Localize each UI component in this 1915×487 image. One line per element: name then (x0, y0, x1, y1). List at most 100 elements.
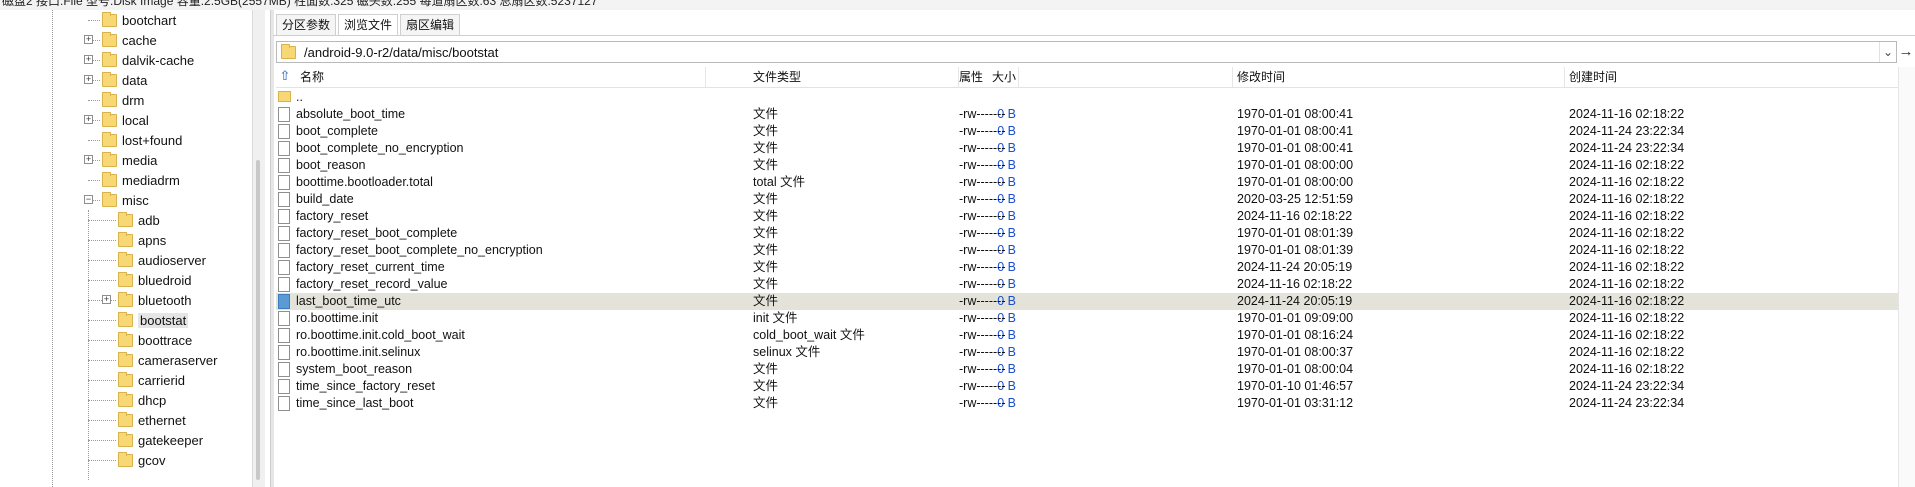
file-attributes: -rw------- (959, 141, 1006, 155)
tree-item[interactable]: bootchart (102, 10, 176, 30)
folder-icon (118, 211, 133, 227)
column-header-modified[interactable]: 修改时间 (1233, 67, 1565, 87)
file-row[interactable]: factory_reset 0 B 文件 -rw------- 2024-11-16 0… (276, 208, 1898, 225)
column-header-created[interactable]: 创建时间 (1565, 67, 1898, 87)
parent-folder-row[interactable]: .. (276, 89, 1898, 106)
expand-toggle-icon[interactable]: − (84, 195, 93, 204)
expand-toggle-icon[interactable]: + (84, 115, 93, 124)
expand-toggle-icon[interactable]: + (102, 295, 111, 304)
tree-item[interactable]: − misc (84, 190, 149, 210)
expand-toggle-icon[interactable]: + (84, 155, 93, 164)
column-header-name[interactable]: 名称 (296, 67, 706, 87)
tree-item[interactable]: boottrace (118, 330, 192, 350)
tree-item[interactable]: + media (84, 150, 157, 170)
tree-item[interactable]: gatekeeper (118, 430, 203, 450)
file-attributes: -rw------- (959, 379, 1006, 393)
file-created-time: 2024-11-24 23:22:34 (1569, 124, 1685, 138)
file-row[interactable]: last_boot_time_utc 0 B 文件 -rw------- 2024-11… (276, 293, 1898, 310)
file-row[interactable]: factory_reset_record_value 0 B 文件 -rw------… (276, 276, 1898, 293)
chevron-down-icon[interactable]: ⌄ (1879, 42, 1896, 62)
file-icon (278, 396, 290, 411)
file-type: cold_boot_wait 文件 (753, 328, 865, 342)
file-row[interactable]: boot_complete_no_encryption 0 B 文件 -rw-----… (276, 140, 1898, 157)
tree-item[interactable]: + bluetooth (102, 290, 192, 310)
path-bar[interactable]: /android-9.0-r2/data/misc/bootstat ⌄ (276, 41, 1897, 63)
file-row[interactable]: ro.boottime.init 0 Binit 文件 -rw------- 1970… (276, 310, 1898, 327)
tree-item[interactable]: apns (118, 230, 166, 250)
folder-tree[interactable]: bootchart + cache + dalvik-cache + data drm + loc… (0, 10, 270, 487)
file-name: factory_reset_record_value (296, 277, 448, 291)
file-type: 文件 (753, 243, 779, 257)
tree-scrollbar-thumb[interactable] (256, 160, 260, 480)
file-row[interactable]: factory_reset_boot_complete 0 B 文件 -rw-----… (276, 225, 1898, 242)
file-icon (278, 294, 290, 309)
folder-icon (118, 331, 133, 347)
expand-toggle-icon[interactable]: + (84, 75, 93, 84)
tree-item[interactable]: gcov (118, 450, 165, 470)
tab-browse-files[interactable]: 浏览文件 (338, 14, 399, 35)
file-type: 文件 (753, 362, 779, 376)
up-folder-icon[interactable]: ⇧ (278, 69, 292, 83)
tree-item[interactable]: bluedroid (118, 270, 192, 290)
tree-item[interactable]: dhcp (118, 390, 166, 410)
tree-item-label: cameraserver (138, 352, 218, 368)
file-attributes: -rw------- (959, 345, 1006, 359)
pane-splitter[interactable] (270, 10, 274, 487)
file-row[interactable]: time_since_last_boot 0 B 文件 -rw------- 1970-… (276, 395, 1898, 412)
tree-item[interactable]: adb (118, 210, 160, 230)
file-name: factory_reset_current_time (296, 260, 445, 274)
tree-scrollbar[interactable] (252, 10, 265, 487)
tab-bar: 分区参数 浏览文件 扇区编辑 (276, 14, 462, 36)
tree-item[interactable]: + cache (84, 30, 157, 50)
tree-item[interactable]: ethernet (118, 410, 186, 430)
tree-item[interactable]: audioserver (118, 250, 206, 270)
tree-guide-line (88, 440, 116, 441)
file-row[interactable]: boot_reason 0 B 文件 -rw------- 1970-01-01 08:… (276, 157, 1898, 174)
tree-item[interactable]: + dalvik-cache (84, 50, 194, 70)
folder-icon (118, 371, 133, 387)
file-modified-time: 1970-01-01 08:00:00 (1237, 175, 1354, 189)
tree-item-label: boottrace (138, 332, 193, 348)
expand-toggle-icon[interactable]: + (84, 55, 93, 64)
tree-item[interactable]: mediadrm (102, 170, 180, 190)
file-row[interactable]: absolute_boot_time 0 B 文件 -rw------- 1970-01… (276, 106, 1898, 123)
folder-icon (118, 351, 133, 367)
file-name: boottime.bootloader.total (296, 175, 433, 189)
file-row[interactable]: boot_complete 0 B 文件 -rw------- 1970-01-01 0… (276, 123, 1898, 140)
folder-icon (118, 291, 133, 307)
file-attributes: -rw------- (959, 124, 1006, 138)
file-row[interactable]: build_date 0 B 文件 -rw------- 2020-03-25 12:5… (276, 191, 1898, 208)
tab-partition-params[interactable]: 分区参数 (276, 14, 337, 35)
tab-sector-editor[interactable]: 扇区编辑 (400, 14, 461, 35)
tree-item[interactable]: cameraserver (118, 350, 217, 370)
file-type: 文件 (753, 294, 779, 308)
file-attributes: -rw------- (959, 328, 1006, 342)
file-row[interactable]: boottime.bootloader.total 0 Btotal 文件 -rw-… (276, 174, 1898, 191)
tree-guide-line (88, 280, 116, 281)
column-header-type[interactable]: 文件类型 (749, 67, 959, 87)
file-type: 文件 (753, 124, 779, 138)
path-input[interactable]: /android-9.0-r2/data/misc/bootstat (304, 45, 1879, 60)
tree-item[interactable]: drm (102, 90, 144, 110)
file-row[interactable]: system_boot_reason 0 B 文件 -rw------- 1970-01… (276, 361, 1898, 378)
file-created-time: 2024-11-16 02:18:22 (1569, 277, 1685, 291)
folder-icon (102, 151, 117, 167)
file-list-scrollbar[interactable] (1898, 67, 1915, 487)
file-row[interactable]: factory_reset_boot_complete_no_encryptio… (276, 242, 1898, 259)
tree-guide-line (88, 180, 100, 181)
file-modified-time: 1970-01-01 08:00:41 (1237, 124, 1354, 138)
file-row[interactable]: time_since_factory_reset 0 B 文件 -rw------- 1… (276, 378, 1898, 395)
tree-item[interactable]: + local (84, 110, 149, 130)
expand-toggle-icon[interactable]: + (84, 35, 93, 44)
file-row[interactable]: factory_reset_current_time 0 B 文件 -rw------… (276, 259, 1898, 276)
tree-item[interactable]: bootstat (118, 310, 189, 330)
file-row[interactable]: ro.boottime.init.cold_boot_wait 0 Bcold_b… (276, 327, 1898, 344)
tree-item[interactable]: carrierid (118, 370, 185, 390)
column-header-attr[interactable]: 属性 (955, 67, 1233, 87)
tree-item[interactable]: lost+found (102, 130, 182, 150)
file-row[interactable]: ro.boottime.init.selinux 0 Bselinux 文件 -rw… (276, 344, 1898, 361)
go-arrow-icon[interactable]: → (1898, 42, 1914, 62)
file-list[interactable]: .. absolute_boot_time 0 B 文件 -rw------- 1970-… (276, 89, 1898, 412)
file-icon (278, 158, 290, 173)
tree-item[interactable]: + data (84, 70, 147, 90)
